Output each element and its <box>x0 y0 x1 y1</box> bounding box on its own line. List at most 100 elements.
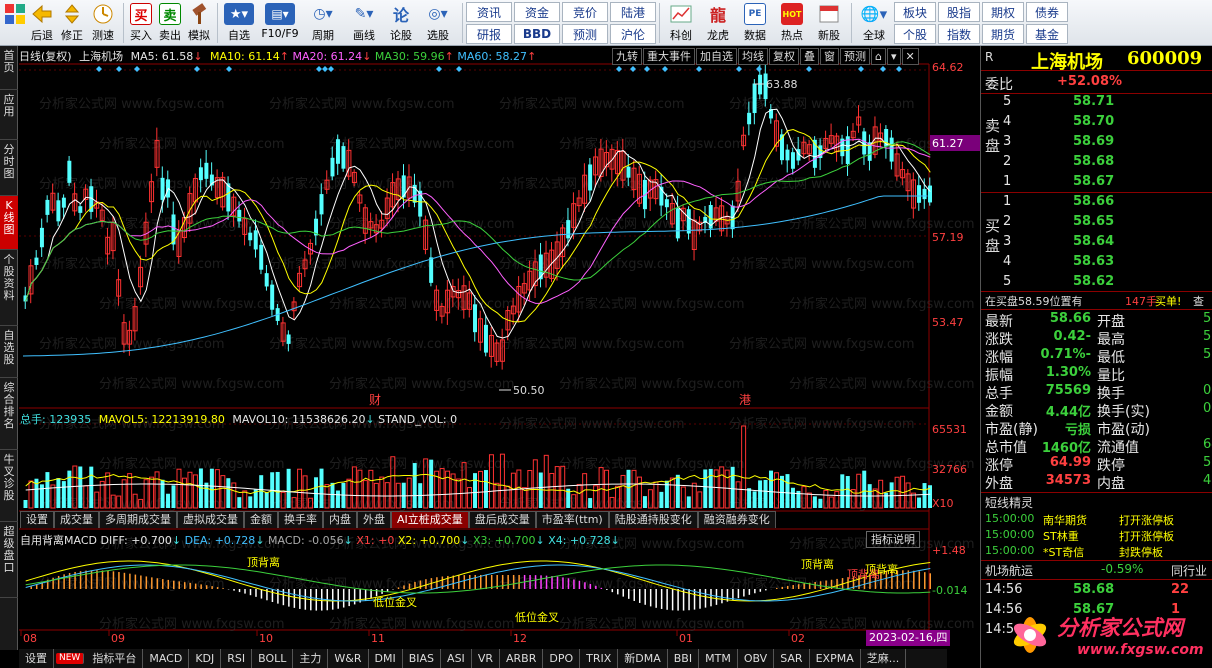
kline-chart-area[interactable]: 分析家公式网 www.fxgsw.com 分析家公式网 www.fxgsw.com… <box>19 46 981 652</box>
toolbar-kechuang-button[interactable]: 科创 <box>663 0 699 46</box>
bottom-tab[interactable]: MACD <box>143 649 190 668</box>
bottom-tab[interactable]: BIAS <box>403 649 442 668</box>
bottom-tab[interactable]: MTM <box>699 649 738 668</box>
toolbar-watchlist-button[interactable]: ★▾ 自选 <box>221 0 257 46</box>
bottom-tab[interactable]: DMI <box>369 649 403 668</box>
bottom-tab[interactable]: 设置 <box>19 649 54 668</box>
market-btn[interactable]: 个股 <box>894 24 936 44</box>
ind-tab[interactable]: 多周期成交量 <box>99 511 177 528</box>
market-btn[interactable]: 基金 <box>1026 24 1068 44</box>
left-tab-profile[interactable]: 个股资料 <box>0 250 18 326</box>
bottom-tab[interactable]: DPO <box>543 649 581 668</box>
left-tab-kline[interactable]: K线图 <box>0 196 18 250</box>
btn-adjust[interactable]: 复权 <box>769 48 799 65</box>
btn-ma[interactable]: 均线 <box>738 48 768 65</box>
bid-price[interactable]: 58.66 <box>1073 194 1114 212</box>
info-btn[interactable]: 预测 <box>562 24 608 44</box>
info-btn[interactable]: 沪伦 <box>610 24 656 44</box>
toolbar-newstock-button[interactable]: 新股 <box>811 0 847 46</box>
left-tab-home[interactable]: 首页 <box>0 46 18 90</box>
left-tab-apps[interactable]: 应用 <box>0 90 18 140</box>
ind-tab[interactable]: 市盈率(ttm) <box>535 511 609 528</box>
btn-jiuzhuan[interactable]: 九转 <box>612 48 642 65</box>
bottom-tab[interactable]: RSI <box>221 649 253 668</box>
info-btn[interactable]: 资讯 <box>466 2 512 22</box>
bottom-tab[interactable]: SAR <box>774 649 810 668</box>
ask-price[interactable]: 58.71 <box>1073 94 1114 112</box>
btn-events[interactable]: 重大事件 <box>643 48 695 65</box>
bottom-tab[interactable]: KDJ <box>189 649 222 668</box>
short-elf-stock[interactable]: *ST奇信 <box>1043 544 1084 562</box>
info-btn[interactable]: 资金 <box>514 2 560 22</box>
bottom-tab[interactable]: OBV <box>738 649 775 668</box>
toolbar-talk-button[interactable]: 论 论股 <box>385 0 417 46</box>
btn-add-watch[interactable]: 加自选 <box>696 48 737 65</box>
btn-window[interactable]: 窗 <box>820 48 839 65</box>
info-btn[interactable]: 研报 <box>466 24 512 44</box>
market-btn[interactable]: 指数 <box>938 24 980 44</box>
bottom-tab[interactable]: TRIX <box>580 649 619 668</box>
bottom-tab[interactable]: 新DMA <box>618 649 668 668</box>
bottom-tab[interactable]: ARBR <box>500 649 544 668</box>
ind-tab[interactable]: 换手率 <box>278 511 323 528</box>
bottom-tab[interactable]: BBI <box>668 649 700 668</box>
ask-price[interactable]: 58.70 <box>1073 114 1114 132</box>
bottom-tab[interactable]: W&R <box>328 649 369 668</box>
market-btn[interactable]: 债券 <box>1026 2 1068 22</box>
toolbar-buy-button[interactable]: 买 买入 <box>127 0 155 46</box>
info-btn[interactable]: 陆港 <box>610 2 656 22</box>
left-tab-timeshare[interactable]: 分时图 <box>0 140 18 196</box>
ind-tab[interactable]: 虚拟成交量 <box>177 511 244 528</box>
ind-tab[interactable]: 成交量 <box>54 511 99 528</box>
ind-tab[interactable]: 陆股通持股变化 <box>608 511 698 528</box>
toolbar-sim-button[interactable]: 模拟 <box>185 0 213 46</box>
toolbar-fix-button[interactable]: 修正 <box>58 0 86 46</box>
left-tab-diagnosis[interactable]: 牛叉诊股 <box>0 450 18 522</box>
toolbar-back-button[interactable]: 后退 <box>27 0 57 46</box>
toolbar-f10-button[interactable]: ▤▾ F10/F9 <box>258 0 302 46</box>
bid-price[interactable]: 58.62 <box>1073 274 1114 292</box>
left-tab-level2[interactable]: 超级盘口 <box>0 522 18 598</box>
toolbar-speed-button[interactable]: 测速 <box>87 0 119 46</box>
bid-price[interactable]: 58.64 <box>1073 234 1114 252</box>
sector-more[interactable]: 同行业 <box>1171 562 1207 580</box>
bottom-tab[interactable]: ASI <box>441 649 472 668</box>
market-btn[interactable]: 期权 <box>982 2 1024 22</box>
ind-tab[interactable]: 盘后成交量 <box>468 511 536 528</box>
toolbar-draw-button[interactable]: ✎▾ 画线 <box>344 0 384 46</box>
toolbar-global-button[interactable]: 🌐▾ 全球 <box>855 0 893 46</box>
toolbar-logo-button[interactable] <box>4 0 26 46</box>
info-btn[interactable]: 竞价 <box>562 2 608 22</box>
bottom-tab[interactable]: 主力 <box>293 649 329 668</box>
market-btn[interactable]: 期货 <box>982 24 1024 44</box>
info-btn[interactable]: BBD <box>514 24 560 44</box>
lock-icon[interactable]: ⌂ <box>871 48 886 65</box>
toolbar-dragon-button[interactable]: 龍 龙虎 <box>700 0 736 46</box>
bottom-tab[interactable]: VR <box>472 649 500 668</box>
bid-price[interactable]: 58.65 <box>1073 214 1114 232</box>
macd-explain-button[interactable]: 指标说明 <box>866 531 920 548</box>
bottom-tab[interactable]: BOLL <box>252 649 294 668</box>
ind-tab[interactable]: 内盘 <box>323 511 357 528</box>
left-tab-watchlist[interactable]: 自选股 <box>0 326 18 378</box>
toolbar-sell-button[interactable]: 卖 卖出 <box>156 0 184 46</box>
market-btn[interactable]: 板块 <box>894 2 936 22</box>
ask-price[interactable]: 58.69 <box>1073 134 1114 152</box>
ind-tab[interactable]: 外盘 <box>357 511 391 528</box>
ind-tab[interactable]: 融资融券变化 <box>697 511 776 528</box>
ind-tab[interactable]: 金额 <box>244 511 278 528</box>
left-tab-ranking[interactable]: 综合排名 <box>0 378 18 450</box>
more-icon[interactable]: ▾ <box>886 48 901 65</box>
btn-forecast[interactable]: 预测 <box>840 48 870 65</box>
ask-price[interactable]: 58.67 <box>1073 174 1114 192</box>
ind-tab-selected[interactable]: AI立桩成交量 <box>391 511 469 528</box>
bid-price[interactable]: 58.63 <box>1073 254 1114 272</box>
btn-overlay[interactable]: 叠 <box>800 48 819 65</box>
bottom-tab[interactable]: 芝麻... <box>861 649 907 668</box>
toolbar-hot-button[interactable]: HOT 热点 <box>774 0 810 46</box>
bottom-tab[interactable]: EXPMA <box>810 649 861 668</box>
ind-tab[interactable]: 设置 <box>20 511 54 528</box>
bottom-tab[interactable]: 指标平台 <box>86 649 144 668</box>
toolbar-data-button[interactable]: PE 数据 <box>737 0 773 46</box>
toolbar-period-button[interactable]: ◷▾ 周期 <box>303 0 343 46</box>
